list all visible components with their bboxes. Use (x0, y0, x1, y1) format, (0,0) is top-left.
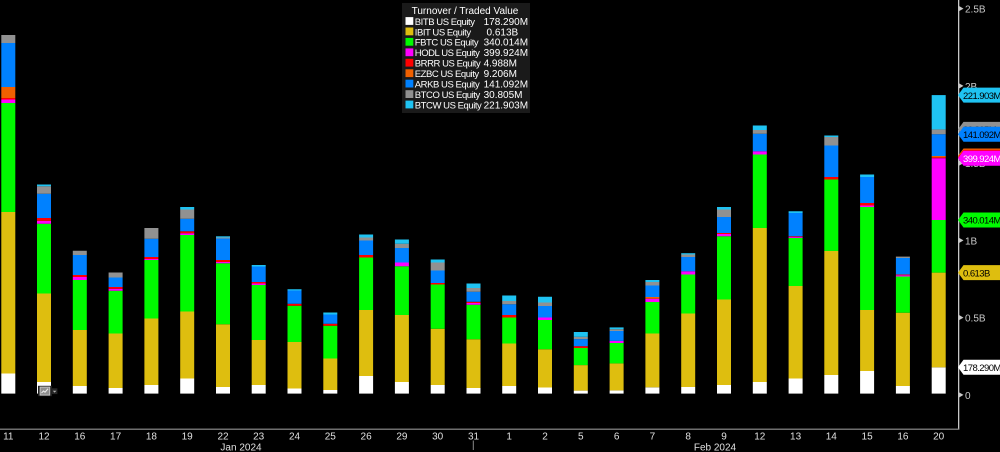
svg-text:Jan 2024: Jan 2024 (220, 443, 262, 452)
svg-text:141.092M: 141.092M (963, 130, 1000, 141)
svg-text:0.613B: 0.613B (487, 27, 519, 38)
svg-text:2.5B: 2.5B (965, 5, 986, 16)
svg-text:0.5B: 0.5B (965, 314, 986, 325)
svg-text:12: 12 (38, 432, 50, 443)
svg-text:Feb 2024: Feb 2024 (694, 443, 737, 452)
svg-text:FBTC US Equity: FBTC US Equity (415, 38, 479, 49)
svg-text:30.805M: 30.805M (484, 90, 523, 101)
svg-text:5: 5 (578, 432, 584, 443)
svg-text:24: 24 (289, 432, 301, 443)
svg-text:20: 20 (933, 432, 945, 443)
svg-text:ARKB US Equity: ARKB US Equity (415, 80, 480, 91)
svg-text:13: 13 (790, 432, 802, 443)
svg-text:340.014M: 340.014M (484, 38, 528, 49)
svg-text:22: 22 (217, 432, 229, 443)
svg-text:7: 7 (650, 432, 656, 443)
svg-text:4.988M: 4.988M (484, 59, 517, 70)
svg-text:8: 8 (685, 432, 691, 443)
svg-text:11: 11 (3, 432, 14, 443)
svg-text:9: 9 (721, 432, 727, 443)
svg-text:340.014M: 340.014M (963, 216, 1000, 227)
svg-text:17: 17 (110, 432, 122, 443)
svg-text:178.290M: 178.290M (484, 17, 528, 28)
svg-text:14: 14 (826, 432, 838, 443)
svg-text:2: 2 (542, 432, 548, 443)
svg-text:29: 29 (396, 432, 408, 443)
svg-text:15: 15 (862, 432, 874, 443)
svg-text:6: 6 (614, 432, 620, 443)
svg-text:25: 25 (325, 432, 337, 443)
svg-text:221.903M: 221.903M (963, 91, 1000, 102)
svg-text:BTCO US Equity: BTCO US Equity (415, 90, 481, 101)
svg-text:BITB US Equity: BITB US Equity (415, 17, 475, 28)
svg-text:EZBC US Equity: EZBC US Equity (415, 69, 480, 80)
svg-text:16: 16 (897, 432, 909, 443)
svg-text:141.092M: 141.092M (484, 80, 528, 91)
svg-text:0: 0 (965, 391, 971, 402)
svg-text:399.924M: 399.924M (484, 48, 528, 59)
svg-text:9.206M: 9.206M (484, 69, 517, 80)
svg-text:0.613B: 0.613B (963, 268, 990, 279)
svg-text:221.903M: 221.903M (484, 100, 528, 111)
svg-text:IBIT US Equity: IBIT US Equity (415, 27, 472, 38)
svg-text:HODL US Equity: HODL US Equity (415, 48, 480, 59)
svg-text:18: 18 (146, 432, 158, 443)
svg-text:178.290M: 178.290M (963, 363, 1000, 374)
svg-text:26: 26 (361, 432, 373, 443)
svg-text:31: 31 (468, 432, 480, 443)
svg-text:1B: 1B (965, 236, 978, 247)
svg-text:Turnover / Traded Value: Turnover / Traded Value (412, 6, 519, 17)
svg-text:30: 30 (432, 432, 444, 443)
svg-text:12: 12 (754, 432, 766, 443)
svg-text:399.924M: 399.924M (963, 154, 1000, 165)
svg-text:BRRR US Equity: BRRR US Equity (415, 59, 481, 70)
svg-text:1: 1 (506, 432, 512, 443)
svg-text:19: 19 (182, 432, 194, 443)
svg-text:BTCW US Equity: BTCW US Equity (415, 100, 482, 111)
svg-text:16: 16 (74, 432, 86, 443)
svg-text:23: 23 (253, 432, 265, 443)
